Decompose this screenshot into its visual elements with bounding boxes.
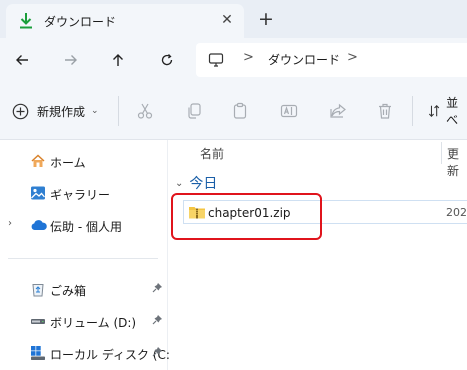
plus-circle-icon [12, 103, 29, 119]
forward-button[interactable] [59, 48, 83, 72]
up-button[interactable] [106, 48, 130, 72]
windows-drive-icon [30, 345, 46, 361]
file-date: 2024 [446, 206, 467, 219]
recycle-bin-icon [30, 281, 46, 297]
zip-folder-icon [188, 204, 206, 223]
sidebar-item-onedrive[interactable]: › 伝助 - 個人用 [0, 213, 168, 237]
sidebar-item-label: 伝助 - 個人用 [50, 220, 122, 234]
sidebar-divider [8, 258, 158, 259]
file-row[interactable]: chapter01.zip 2024 [183, 200, 467, 224]
sort-icon [428, 105, 440, 117]
file-name: chapter01.zip [208, 206, 291, 220]
toolbar-divider [118, 96, 119, 126]
chevron-right-icon[interactable]: > [347, 50, 358, 65]
sort-button[interactable]: 並べ [428, 96, 467, 127]
sort-button-label: 並べ [446, 96, 459, 127]
chevron-right-icon[interactable]: > [243, 50, 254, 65]
refresh-icon [161, 54, 173, 66]
arrow-right-icon [65, 55, 77, 65]
tab-strip: ダウンロード ✕ + [0, 0, 467, 38]
pin-icon[interactable] [152, 346, 163, 360]
sidebar-item-gallery[interactable]: ギャラリー [0, 181, 168, 205]
gallery-icon [30, 185, 46, 201]
sidebar-item-recycle-bin[interactable]: ごみ箱 [0, 277, 168, 301]
sidebar-item-volume-d[interactable]: ボリューム (D:) [0, 309, 168, 333]
copy-icon[interactable] [183, 100, 205, 122]
new-tab-button[interactable]: + [256, 8, 276, 30]
file-list: 名前 更新 ⌄ 今日 chapter01.zip 2024 [169, 140, 467, 370]
breadcrumb-downloads[interactable]: ダウンロード [268, 51, 340, 68]
refresh-button[interactable] [155, 48, 179, 72]
download-icon [18, 12, 34, 30]
command-bar: 新規作成 ⌄ 並べ [0, 82, 467, 140]
tab-title: ダウンロード [44, 15, 117, 29]
group-header-today[interactable]: ⌄ 今日 [175, 173, 217, 193]
column-divider[interactable] [441, 142, 442, 164]
tab-downloads[interactable]: ダウンロード ✕ [6, 4, 244, 38]
sidebar-item-local-disk-c[interactable]: ローカル ディスク (C:) [0, 341, 175, 365]
sidebar-item-label: ホーム [50, 156, 86, 170]
back-button[interactable] [10, 48, 34, 72]
sidebar-item-label: ギャラリー [50, 188, 111, 202]
arrow-up-icon [113, 54, 123, 66]
share-icon[interactable] [327, 100, 349, 122]
column-header-name[interactable]: 名前 [200, 145, 224, 162]
chevron-down-icon: ⌄ [91, 106, 99, 116]
close-icon[interactable]: ✕ [219, 12, 235, 28]
sidebar-item-label: ボリューム (D:) [50, 316, 137, 330]
sidebar-item-label: ごみ箱 [50, 284, 87, 298]
chevron-down-icon: ⌄ [175, 177, 184, 189]
trash-icon[interactable] [374, 100, 396, 122]
drive-icon [30, 313, 46, 329]
cut-icon[interactable] [134, 100, 156, 122]
pin-icon[interactable] [152, 282, 163, 296]
navigation-pane: ホーム ギャラリー › 伝助 - 個人用 ごみ箱 ボリューム (D:) ローカル… [0, 140, 175, 370]
navigation-bar: > ダウンロード > [0, 38, 467, 82]
pin-icon[interactable] [152, 314, 163, 328]
toolbar-divider [412, 96, 413, 126]
new-button-label: 新規作成 [37, 104, 86, 119]
new-button[interactable]: 新規作成 ⌄ [12, 100, 99, 122]
onedrive-icon [30, 217, 47, 233]
group-label: 今日 [189, 176, 218, 192]
arrow-left-icon [16, 55, 28, 65]
address-bar[interactable]: > ダウンロード > [196, 43, 467, 77]
rename-icon[interactable] [278, 100, 300, 122]
monitor-icon [208, 52, 224, 71]
home-icon [30, 153, 46, 169]
column-header-modified[interactable]: 更新 [447, 145, 467, 179]
paste-icon[interactable] [229, 100, 251, 122]
chevron-right-icon[interactable]: › [8, 218, 12, 229]
sidebar-item-home[interactable]: ホーム [0, 149, 168, 173]
